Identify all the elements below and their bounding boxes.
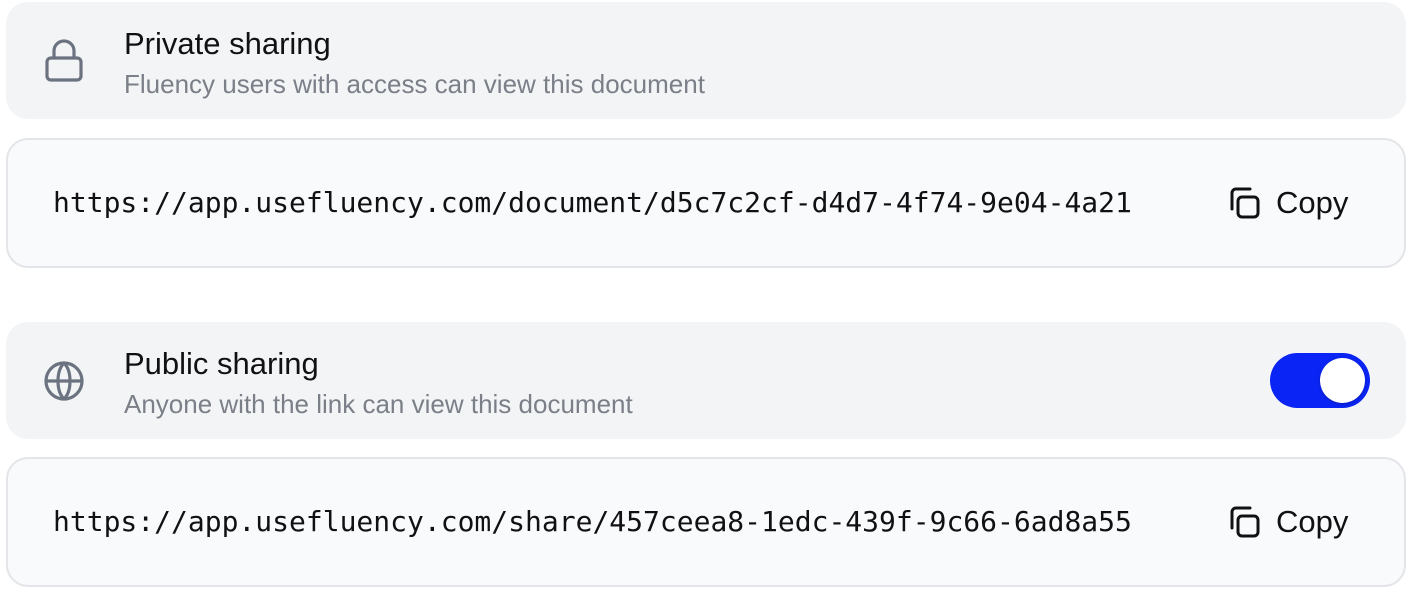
private-sharing-title: Private sharing — [124, 26, 331, 61]
globe-icon — [41, 358, 87, 404]
copy-icon — [1226, 185, 1262, 221]
private-sharing-panel: Private sharing Fluency users with acces… — [6, 2, 1406, 119]
public-sharing-subtitle: Anyone with the link can view this docum… — [124, 389, 633, 419]
copy-label: Copy — [1276, 504, 1349, 539]
lock-icon — [41, 38, 87, 84]
public-link-box: https://app.usefluency.com/share/457ceea… — [6, 457, 1406, 587]
copy-public-link-button[interactable]: Copy — [1226, 499, 1348, 545]
copy-label: Copy — [1276, 185, 1349, 220]
private-link-box: https://app.usefluency.com/document/d5c7… — [6, 138, 1406, 268]
toggle-knob — [1320, 358, 1365, 403]
copy-private-link-button[interactable]: Copy — [1226, 180, 1348, 226]
public-link-url[interactable]: https://app.usefluency.com/share/457ceea… — [53, 503, 1158, 541]
public-sharing-title: Public sharing — [124, 346, 319, 381]
public-sharing-panel: Public sharing Anyone with the link can … — [6, 322, 1406, 439]
private-link-url[interactable]: https://app.usefluency.com/document/d5c7… — [53, 184, 1158, 222]
public-sharing-toggle[interactable] — [1270, 353, 1370, 408]
private-sharing-subtitle: Fluency users with access can view this … — [124, 69, 705, 99]
copy-icon — [1226, 504, 1262, 540]
